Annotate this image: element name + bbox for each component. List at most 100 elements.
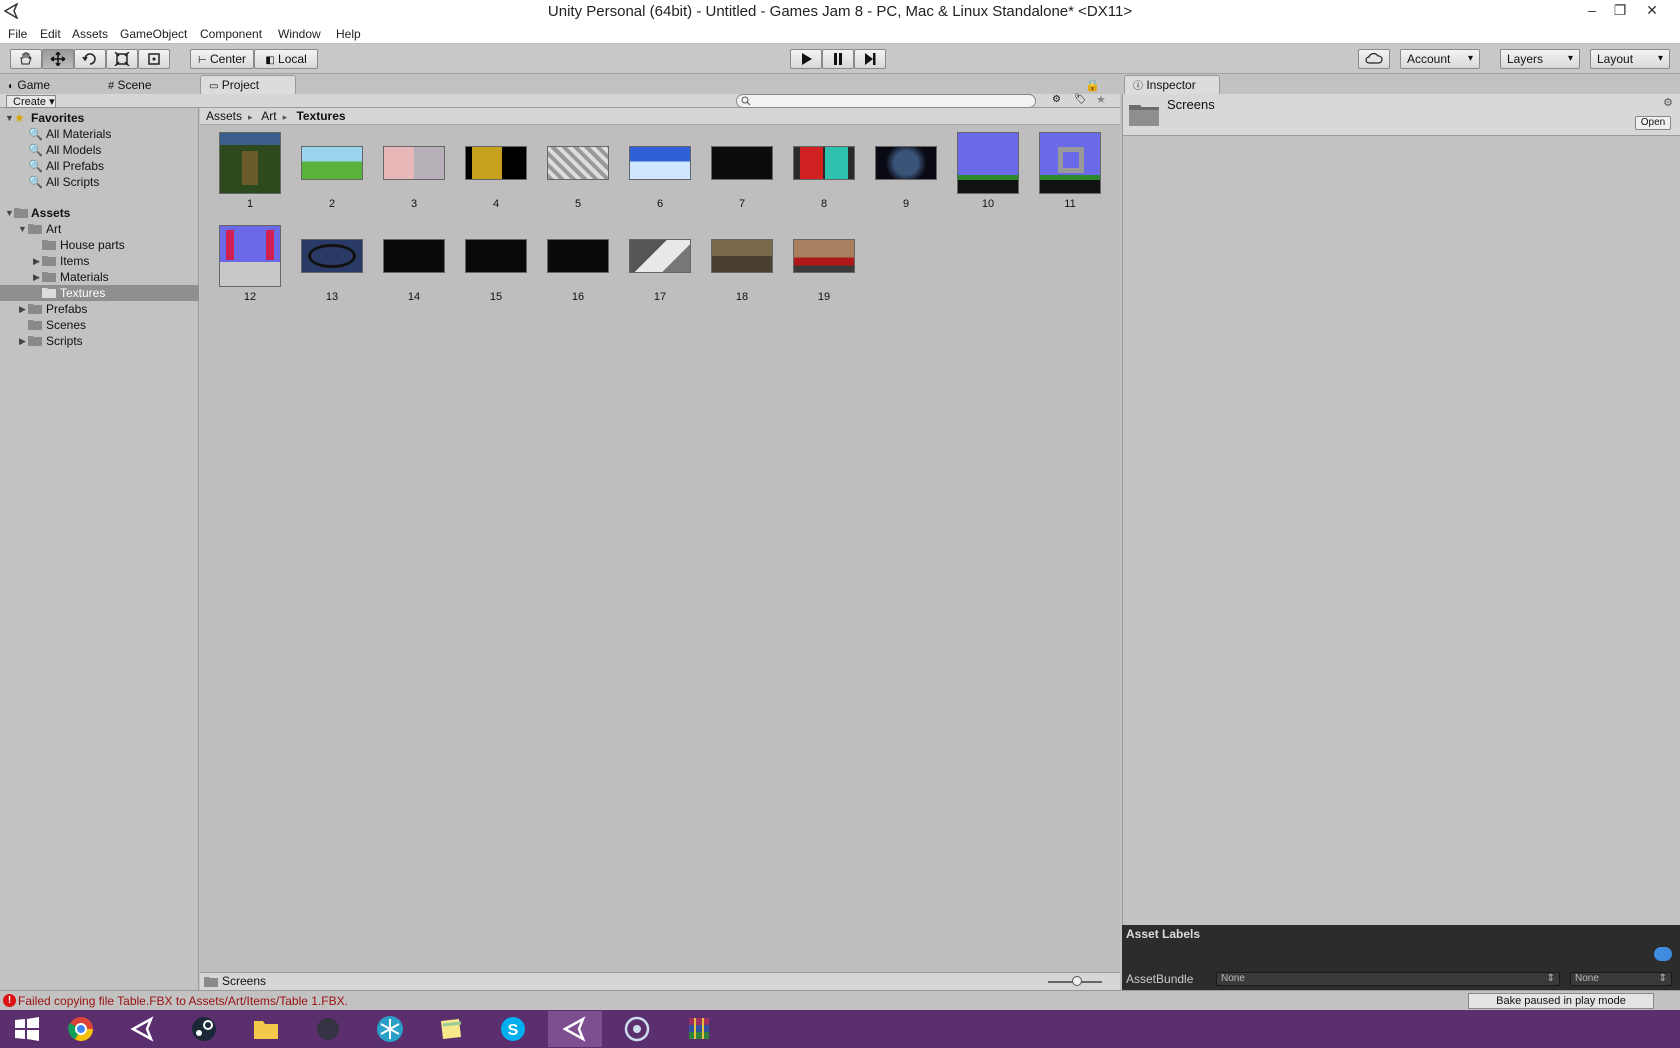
tree-all-models[interactable]: 🔍 All Models	[0, 142, 199, 158]
pause-button[interactable]	[822, 49, 854, 69]
taskbar-file-explorer[interactable]	[239, 1011, 293, 1047]
scale-tool-button[interactable]	[106, 49, 138, 69]
expand-arrow-icon[interactable]: ▼	[5, 110, 14, 126]
space-local-toggle[interactable]: ◧ Local	[254, 49, 318, 69]
rotate-tool-button[interactable]	[74, 49, 106, 69]
status-message[interactable]: Failed copying file Table.FBX to Assets/…	[18, 994, 348, 1008]
taskbar-steam[interactable]	[177, 1011, 231, 1047]
rect-tool-button[interactable]	[138, 49, 170, 69]
collapsed-arrow-icon[interactable]: ▶	[19, 333, 26, 349]
texture-thumbnail-13[interactable]: 13	[299, 225, 365, 305]
selected-path-label: Screens	[222, 974, 267, 988]
tree-items[interactable]: ▶ Items	[0, 253, 199, 269]
texture-thumbnail-11[interactable]: 11	[1037, 132, 1103, 212]
tree-prefabs[interactable]: ▶ Prefabs	[0, 301, 199, 317]
texture-thumbnail-17[interactable]: 17	[627, 225, 693, 305]
expand-arrow-icon[interactable]: ▼	[5, 205, 14, 221]
tree-all-prefabs[interactable]: 🔍 All Prefabs	[0, 158, 199, 174]
tab-game[interactable]: ◐ Game	[8, 76, 88, 95]
tab-project[interactable]: ▭ Project	[200, 75, 296, 94]
tree-house-parts[interactable]: House parts	[0, 237, 199, 253]
tree-favorites[interactable]: ▼ ★ Favorites	[0, 110, 199, 126]
menu-component[interactable]: Component	[200, 27, 262, 41]
start-button[interactable]	[0, 1011, 54, 1047]
taskbar-unity-active[interactable]	[548, 1011, 602, 1047]
taskbar-chrome[interactable]	[54, 1011, 108, 1047]
breadcrumb-art[interactable]: Art	[261, 109, 276, 123]
tab-inspector[interactable]: ⓘ Inspector	[1124, 75, 1220, 94]
play-icon	[802, 53, 812, 65]
tree-scripts[interactable]: ▶ Scripts	[0, 333, 199, 349]
menu-edit[interactable]: Edit	[40, 27, 61, 41]
favorite-star-icon[interactable]: ★	[1096, 93, 1106, 106]
filter-type-icon[interactable]: ⚙	[1052, 94, 1061, 105]
collapsed-arrow-icon[interactable]: ▶	[19, 301, 26, 317]
texture-thumbnail-5[interactable]: 5	[545, 132, 611, 212]
tree-scenes[interactable]: Scenes	[0, 317, 199, 333]
menu-window[interactable]: Window	[278, 27, 321, 41]
menu-help[interactable]: Help	[336, 27, 361, 41]
texture-thumbnail-14[interactable]: 14	[381, 225, 447, 305]
texture-thumbnail-12[interactable]: 12	[217, 225, 283, 305]
texture-thumbnail-19[interactable]: 19	[791, 225, 857, 305]
taskbar-app-snow[interactable]	[363, 1011, 417, 1047]
settings-gear-icon[interactable]: ⚙	[1663, 96, 1673, 109]
tree-art[interactable]: ▼ Art	[0, 221, 199, 237]
texture-preview	[383, 146, 445, 180]
restore-button[interactable]: ❐	[1604, 0, 1636, 22]
move-tool-button[interactable]	[42, 49, 74, 69]
zoom-slider-handle[interactable]	[1072, 976, 1082, 986]
cloud-button[interactable]	[1358, 49, 1390, 69]
account-dropdown[interactable]: Account	[1400, 49, 1480, 69]
collapsed-arrow-icon[interactable]: ▶	[33, 269, 40, 285]
tree-materials[interactable]: ▶ Materials	[0, 269, 199, 285]
tag-icon[interactable]	[1654, 947, 1672, 961]
tree-all-materials[interactable]: 🔍 All Materials	[0, 126, 199, 142]
search-filter-icon: 🔍	[28, 175, 43, 189]
hand-tool-button[interactable]	[10, 49, 42, 69]
play-button[interactable]	[790, 49, 822, 69]
collapsed-arrow-icon[interactable]: ▶	[33, 253, 40, 269]
menu-assets[interactable]: Assets	[72, 27, 108, 41]
tree-all-scripts[interactable]: 🔍 All Scripts	[0, 174, 199, 190]
taskbar-winrar[interactable]	[672, 1011, 726, 1047]
layers-dropdown[interactable]: Layers	[1500, 49, 1580, 69]
account-label: Account	[1407, 52, 1451, 66]
texture-thumbnail-3[interactable]: 3	[381, 132, 447, 212]
texture-thumbnail-4[interactable]: 4	[463, 132, 529, 212]
texture-thumbnail-2[interactable]: 2	[299, 132, 365, 212]
texture-thumbnail-8[interactable]: 8	[791, 132, 857, 212]
tab-scene[interactable]: # Scene	[108, 76, 188, 95]
project-search-input[interactable]	[736, 94, 1036, 108]
filter-label-icon[interactable]: 🏷	[1074, 94, 1087, 105]
create-dropdown[interactable]: Create ▾	[6, 95, 56, 108]
menu-gameobject[interactable]: GameObject	[120, 27, 187, 41]
layout-dropdown[interactable]: Layout	[1590, 49, 1670, 69]
texture-thumbnail-16[interactable]: 16	[545, 225, 611, 305]
taskbar-app-moon[interactable]	[301, 1011, 355, 1047]
taskbar-media-app[interactable]	[610, 1011, 664, 1047]
taskbar-unity[interactable]	[116, 1011, 170, 1047]
tree-assets[interactable]: ▼ Assets	[0, 205, 199, 221]
tree-textures[interactable]: Textures	[0, 285, 199, 301]
taskbar-skype[interactable]: S	[486, 1011, 540, 1047]
texture-thumbnail-9[interactable]: 9	[873, 132, 939, 212]
step-button[interactable]	[854, 49, 886, 69]
open-button[interactable]: Open	[1635, 116, 1671, 130]
close-button[interactable]: ✕	[1636, 0, 1668, 22]
texture-thumbnail-18[interactable]: 18	[709, 225, 775, 305]
taskbar-sticky-notes[interactable]	[424, 1011, 478, 1047]
texture-thumbnail-15[interactable]: 15	[463, 225, 529, 305]
texture-thumbnail-7[interactable]: 7	[709, 132, 775, 212]
breadcrumb-textures[interactable]: Textures	[296, 109, 345, 123]
texture-thumbnail-10[interactable]: 10	[955, 132, 1021, 212]
pivot-center-toggle[interactable]: ⊢ Center	[190, 49, 254, 69]
assetbundle-variant-select[interactable]: None ⇕	[1570, 972, 1672, 986]
assetbundle-variant-value: None	[1575, 973, 1599, 984]
texture-thumbnail-6[interactable]: 6	[627, 132, 693, 212]
texture-thumbnail-1[interactable]: 1	[217, 132, 283, 212]
assetbundle-select[interactable]: None ⇕	[1216, 972, 1560, 986]
menu-file[interactable]: File	[8, 27, 27, 41]
expand-arrow-icon[interactable]: ▼	[18, 221, 27, 237]
breadcrumb-assets[interactable]: Assets	[206, 109, 242, 123]
